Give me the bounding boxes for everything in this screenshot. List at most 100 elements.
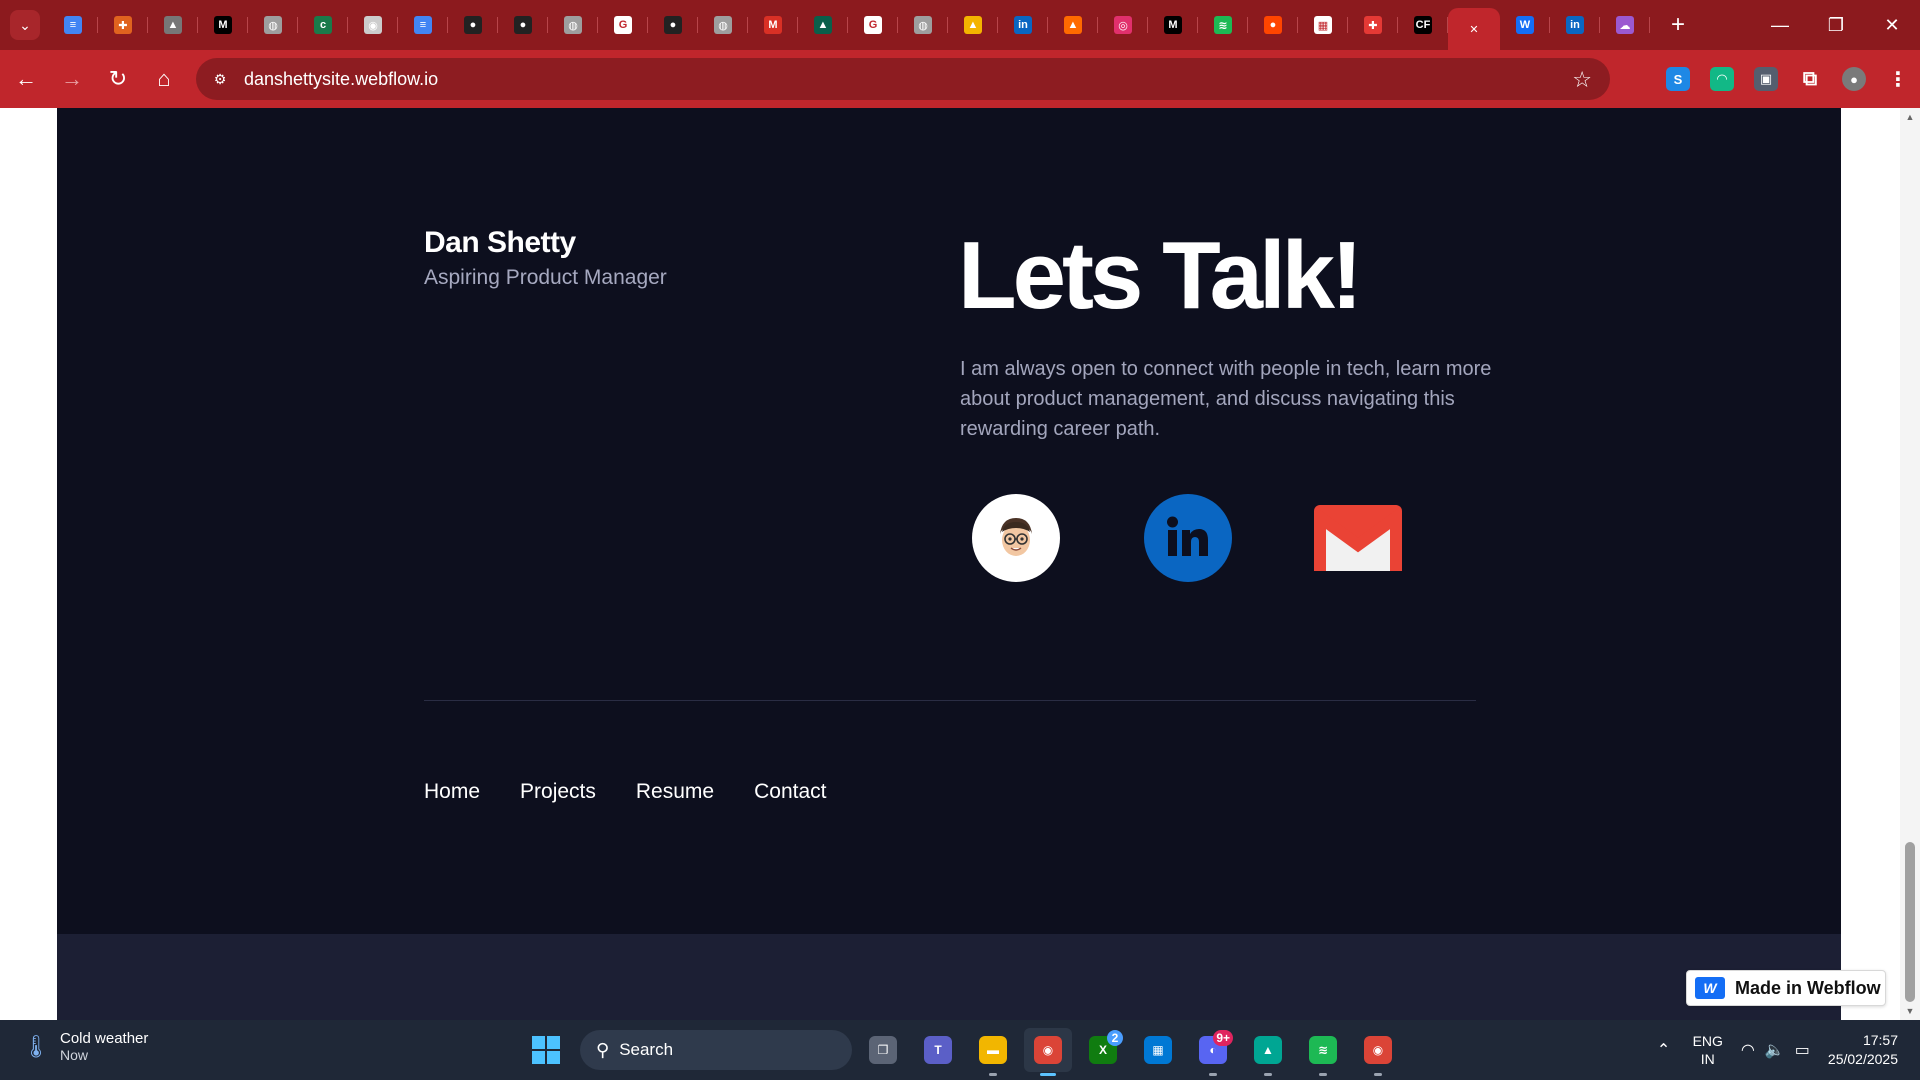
extension-button[interactable]: ▣: [1744, 50, 1788, 108]
minimize-button[interactable]: —: [1752, 0, 1808, 50]
browser-tab[interactable]: ◍: [898, 5, 948, 45]
browser-tab[interactable]: ●: [648, 5, 698, 45]
browser-tab[interactable]: ●: [498, 5, 548, 45]
restore-button[interactable]: ❐: [1808, 0, 1864, 50]
taskbar-search[interactable]: ⚲ Search: [580, 1030, 852, 1070]
address-bar[interactable]: ⚙ danshettysite.webflow.io ☆: [196, 58, 1610, 100]
browser-tab[interactable]: CF: [1398, 5, 1448, 45]
browser-tab[interactable]: ▲: [1048, 5, 1098, 45]
footer-nav-projects[interactable]: Projects: [520, 780, 596, 804]
taskbar: 🌡 Cold weather Now ⚲ Search ❐ T ▬ ◉ X 2 ▦ ◐ 9+ ▲ ≋…: [0, 1020, 1920, 1080]
spotify-icon: ≋: [1214, 16, 1232, 34]
taskbar-app-store[interactable]: ▦: [1134, 1028, 1182, 1072]
start-button[interactable]: [524, 1028, 568, 1072]
site-info-icon[interactable]: ⚙: [208, 67, 232, 91]
browser-tab[interactable]: ◎: [1098, 5, 1148, 45]
browser-tab[interactable]: ◍: [698, 5, 748, 45]
footer-divider: [424, 700, 1476, 701]
made-in-webflow-badge[interactable]: W Made in Webflow: [1686, 970, 1886, 1006]
browser-tab[interactable]: ●: [1248, 5, 1298, 45]
extensions-menu-button[interactable]: ⧉: [1788, 50, 1832, 108]
new-tab-button[interactable]: +: [1660, 7, 1696, 43]
tab-search-button[interactable]: ⌄: [10, 10, 40, 40]
google-docs-icon: ≡: [414, 16, 432, 34]
browser-tab[interactable]: in: [998, 5, 1048, 45]
taskbar-app-file-explorer[interactable]: ▬: [969, 1028, 1017, 1076]
reddit-icon: ●: [1264, 16, 1282, 34]
taskbar-app-discord[interactable]: ◐ 9+: [1189, 1028, 1237, 1076]
browser-tab[interactable]: ▦: [1298, 5, 1348, 45]
browser-tab[interactable]: M: [198, 5, 248, 45]
browser-tab[interactable]: ≡: [398, 5, 448, 45]
browser-tab[interactable]: ≋: [1198, 5, 1248, 45]
profile-button[interactable]: ●: [1832, 50, 1876, 108]
taskbar-app-task-view[interactable]: ❐: [859, 1028, 907, 1072]
browser-tab[interactable]: c: [298, 5, 348, 45]
browser-tab[interactable]: in: [1550, 5, 1600, 45]
reload-button[interactable]: ↻: [98, 59, 138, 99]
taskbar-app-chrome[interactable]: ◉: [1354, 1028, 1402, 1076]
footer-section: [57, 108, 1841, 934]
home-button[interactable]: ⌂: [144, 59, 184, 99]
footer-nav-home[interactable]: Home: [424, 780, 480, 804]
taskbar-app-teams[interactable]: T: [914, 1028, 962, 1072]
url-text[interactable]: danshettysite.webflow.io: [244, 69, 438, 90]
webflow-icon: W: [1695, 977, 1725, 999]
language-code: ENG: [1692, 1033, 1723, 1049]
browser-tab[interactable]: ◍: [548, 5, 598, 45]
extension-icon: S: [1666, 67, 1690, 91]
windows-logo-icon: [532, 1051, 545, 1064]
scroll-down-arrow-icon[interactable]: ▼: [1905, 1006, 1915, 1016]
active-tab[interactable]: ✕: [1448, 8, 1500, 50]
browser-menu-button[interactable]: ⋮: [1876, 50, 1920, 108]
browser-tab[interactable]: M: [1148, 5, 1198, 45]
notification-badge: 9+: [1213, 1030, 1233, 1046]
browser-tab[interactable]: ▲: [148, 5, 198, 45]
tray-icons[interactable]: ◠ 🔈 ▭: [1741, 1040, 1810, 1060]
bookmark-star-icon[interactable]: ☆: [1572, 67, 1592, 93]
browser-tab[interactable]: ☁: [1600, 5, 1650, 45]
google-drive-icon: ▲: [964, 16, 982, 34]
scroll-up-arrow-icon[interactable]: ▲: [1905, 112, 1915, 122]
footer-nav-contact[interactable]: Contact: [754, 780, 826, 804]
tab-strip: ⌄ ≡ ✚ ▲ M ◍ c ◉ ≡ ● ● ◍ G ● ◍ M ▲ G ◍ ▲ in ▲ ◎ M ≋ ● ▦ ✚ CF ✕ Win ☁ + …: [0, 0, 1920, 50]
browser-tab[interactable]: ▲: [948, 5, 998, 45]
browser-tab[interactable]: ✚: [98, 5, 148, 45]
browser-tab[interactable]: M: [748, 5, 798, 45]
back-button[interactable]: ←: [6, 59, 46, 99]
browser-tab[interactable]: G: [598, 5, 648, 45]
scrollbar-thumb[interactable]: [1905, 842, 1915, 1002]
browser-tab[interactable]: W: [1500, 5, 1550, 45]
browser-tab[interactable]: ≡: [48, 5, 98, 45]
browser-tab[interactable]: ▲: [798, 5, 848, 45]
taskbar-app-app[interactable]: ▲: [1244, 1028, 1292, 1076]
weather-widget[interactable]: 🌡 Cold weather Now: [22, 1030, 148, 1063]
close-window-button[interactable]: ✕: [1864, 0, 1920, 50]
taskbar-app-chrome[interactable]: ◉: [1024, 1028, 1072, 1076]
language-indicator[interactable]: ENG IN: [1693, 1032, 1723, 1068]
browser-tab[interactable]: ✚: [1348, 5, 1398, 45]
gmail-link[interactable]: [1314, 494, 1402, 582]
thermometer-icon: 🌡: [22, 1033, 50, 1059]
browser-tab[interactable]: ◉: [348, 5, 398, 45]
extension-button[interactable]: ◠: [1700, 50, 1744, 108]
system-tray: ⌃ ENG IN ◠ 🔈 ▭ 17:57 25/02/2025: [1649, 1020, 1920, 1080]
linkedin-link[interactable]: [1144, 494, 1232, 582]
browser-tab[interactable]: ●: [448, 5, 498, 45]
browser-tab[interactable]: G: [848, 5, 898, 45]
spotify-icon: ≋: [1309, 1036, 1337, 1064]
close-icon[interactable]: ✕: [1465, 20, 1483, 38]
extension-button[interactable]: S: [1656, 50, 1700, 108]
browser-tab[interactable]: ◍: [248, 5, 298, 45]
globe-icon: ◍: [914, 16, 932, 34]
forward-button[interactable]: →: [52, 59, 92, 99]
language-region: IN: [1700, 1051, 1715, 1067]
taskbar-app-spotify[interactable]: ≋: [1299, 1028, 1347, 1076]
page-scrollbar[interactable]: ▲ ▼: [1900, 108, 1920, 1020]
memoji-link[interactable]: [972, 494, 1060, 582]
clock[interactable]: 17:57 25/02/2025: [1828, 1031, 1898, 1069]
footer-nav-resume[interactable]: Resume: [636, 780, 714, 804]
show-hidden-icons-chevron-icon[interactable]: ⌃: [1649, 1040, 1679, 1060]
taskbar-app-xbox[interactable]: X2: [1079, 1028, 1127, 1072]
store-icon: ▦: [1144, 1036, 1172, 1064]
